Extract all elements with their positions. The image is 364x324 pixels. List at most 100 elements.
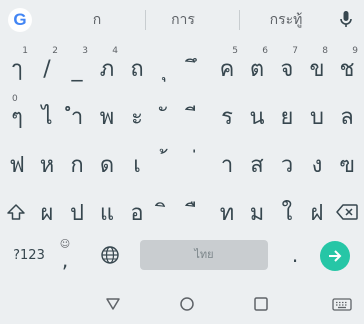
- key-label: ถ: [130, 57, 144, 82]
- key[interactable]: ฝ: [302, 188, 332, 236]
- key[interactable]: ั: [152, 92, 182, 140]
- key[interactable]: ห: [32, 140, 62, 188]
- key[interactable]: ส: [242, 140, 272, 188]
- key-label: ภ: [99, 57, 115, 82]
- key-row-1: ๅ1/2_3ภ4ถุึค5ต6จ7ข8ช9: [0, 44, 364, 92]
- key[interactable]: ร: [212, 92, 242, 140]
- key[interactable]: ฃ: [332, 140, 362, 188]
- key-label: ว: [280, 153, 294, 178]
- key-label: ด: [99, 153, 115, 178]
- key[interactable]: ม: [242, 188, 272, 236]
- key[interactable]: ้: [152, 140, 182, 188]
- key[interactable]: ท: [212, 188, 242, 236]
- key-label: ำ: [70, 105, 84, 130]
- key-number-hint: 7: [292, 46, 298, 56]
- key-label: ม: [249, 201, 265, 226]
- comma-label: ,: [61, 248, 69, 272]
- key[interactable]: ช9: [332, 44, 362, 92]
- suggestion-3[interactable]: กระทู้: [246, 0, 326, 40]
- key[interactable]: ถ: [122, 44, 152, 92]
- key-number-hint: 6: [262, 46, 268, 56]
- shift-icon: [7, 204, 25, 220]
- home-circle-icon[interactable]: [175, 292, 199, 316]
- key[interactable]: ค5: [212, 44, 242, 92]
- key-label: ฃ: [339, 153, 355, 178]
- key[interactable]: ๅ1: [2, 44, 32, 92]
- mic-icon[interactable]: [334, 8, 358, 32]
- key[interactable]: ต6: [242, 44, 272, 92]
- enter-key[interactable]: [320, 241, 350, 271]
- key[interactable]: แ: [92, 188, 122, 236]
- key-label: ก: [70, 153, 84, 178]
- back-triangle-icon[interactable]: [101, 292, 125, 316]
- key[interactable]: ภ4: [92, 44, 122, 92]
- period-key[interactable]: .: [282, 240, 308, 270]
- key-label: ะ: [131, 105, 143, 130]
- symbols-key[interactable]: ?123: [8, 240, 50, 270]
- key[interactable]: เ: [122, 140, 152, 188]
- key[interactable]: จ7: [272, 44, 302, 92]
- key-number-hint: 2: [52, 46, 58, 56]
- key-label: เ: [133, 153, 141, 178]
- key-label: ไ: [41, 105, 53, 130]
- key-label: ๅ: [11, 57, 23, 82]
- key-number-hint: 9: [352, 46, 358, 56]
- key[interactable]: /2: [32, 44, 62, 92]
- key-label: จ: [280, 57, 294, 82]
- key-label: ต: [249, 57, 265, 82]
- key[interactable]: ว: [272, 140, 302, 188]
- suggestion-1[interactable]: ก: [62, 0, 132, 40]
- key-label: ท: [219, 201, 235, 226]
- key[interactable]: ๆ0: [2, 92, 32, 140]
- key[interactable]: ง: [302, 140, 332, 188]
- language-key[interactable]: [96, 241, 124, 269]
- delete-key[interactable]: [332, 198, 362, 226]
- key[interactable]: ไ: [32, 92, 62, 140]
- key-number-hint: 8: [322, 46, 328, 56]
- key-label: ป: [70, 201, 84, 226]
- key[interactable]: น: [242, 92, 272, 140]
- key-row-3: ฟหกดเ้่ าสวงฃ: [0, 140, 364, 188]
- key[interactable]: า: [212, 140, 242, 188]
- key[interactable]: ึ: [182, 44, 212, 92]
- key[interactable]: ใ: [272, 188, 302, 236]
- key[interactable]: ุ: [152, 44, 182, 92]
- key-label: า: [220, 153, 234, 178]
- key-label: ฟ: [9, 153, 25, 178]
- shift-key[interactable]: [2, 198, 30, 226]
- key-label: แ: [99, 201, 115, 226]
- key[interactable]: ะ: [122, 92, 152, 140]
- key[interactable]: ย: [272, 92, 302, 140]
- key[interactable]: ก: [62, 140, 92, 188]
- navigation-bar: [0, 282, 364, 324]
- space-bar[interactable]: ไทย: [140, 240, 268, 270]
- key[interactable]: ข8: [302, 44, 332, 92]
- key[interactable]: ำ: [62, 92, 92, 140]
- key-number-hint: 3: [82, 46, 88, 56]
- key[interactable]: อ: [122, 188, 152, 236]
- globe-icon: [101, 246, 119, 264]
- comma-key[interactable]: ☺ ,: [52, 236, 78, 274]
- key-row-2: ๆ0 ไำพะัี รนยบล: [0, 92, 364, 140]
- keyboard-switch-icon[interactable]: [330, 292, 354, 316]
- suggestion-2[interactable]: การ: [148, 0, 218, 40]
- key[interactable]: ี: [182, 92, 212, 140]
- key[interactable]: _ 3: [62, 44, 92, 92]
- recents-square-icon[interactable]: [249, 292, 273, 316]
- key[interactable]: ผ: [32, 188, 62, 236]
- key-row-4: ผปแอิื ทมใฝ: [0, 188, 364, 236]
- key-number-hint: 0: [12, 94, 18, 104]
- key-label: ข: [309, 57, 325, 82]
- key[interactable]: ฟ: [2, 140, 32, 188]
- key[interactable]: ล: [332, 92, 362, 140]
- google-logo-icon[interactable]: G: [8, 8, 32, 32]
- key[interactable]: พ: [92, 92, 122, 140]
- key-label: ง: [311, 153, 323, 178]
- key[interactable]: ิ: [152, 188, 182, 236]
- key[interactable]: ป: [62, 188, 92, 236]
- key[interactable]: ่: [182, 140, 212, 188]
- key[interactable]: ด: [92, 140, 122, 188]
- key[interactable]: บ: [302, 92, 332, 140]
- key[interactable]: ื: [182, 188, 212, 236]
- arrow-right-icon: [329, 250, 342, 262]
